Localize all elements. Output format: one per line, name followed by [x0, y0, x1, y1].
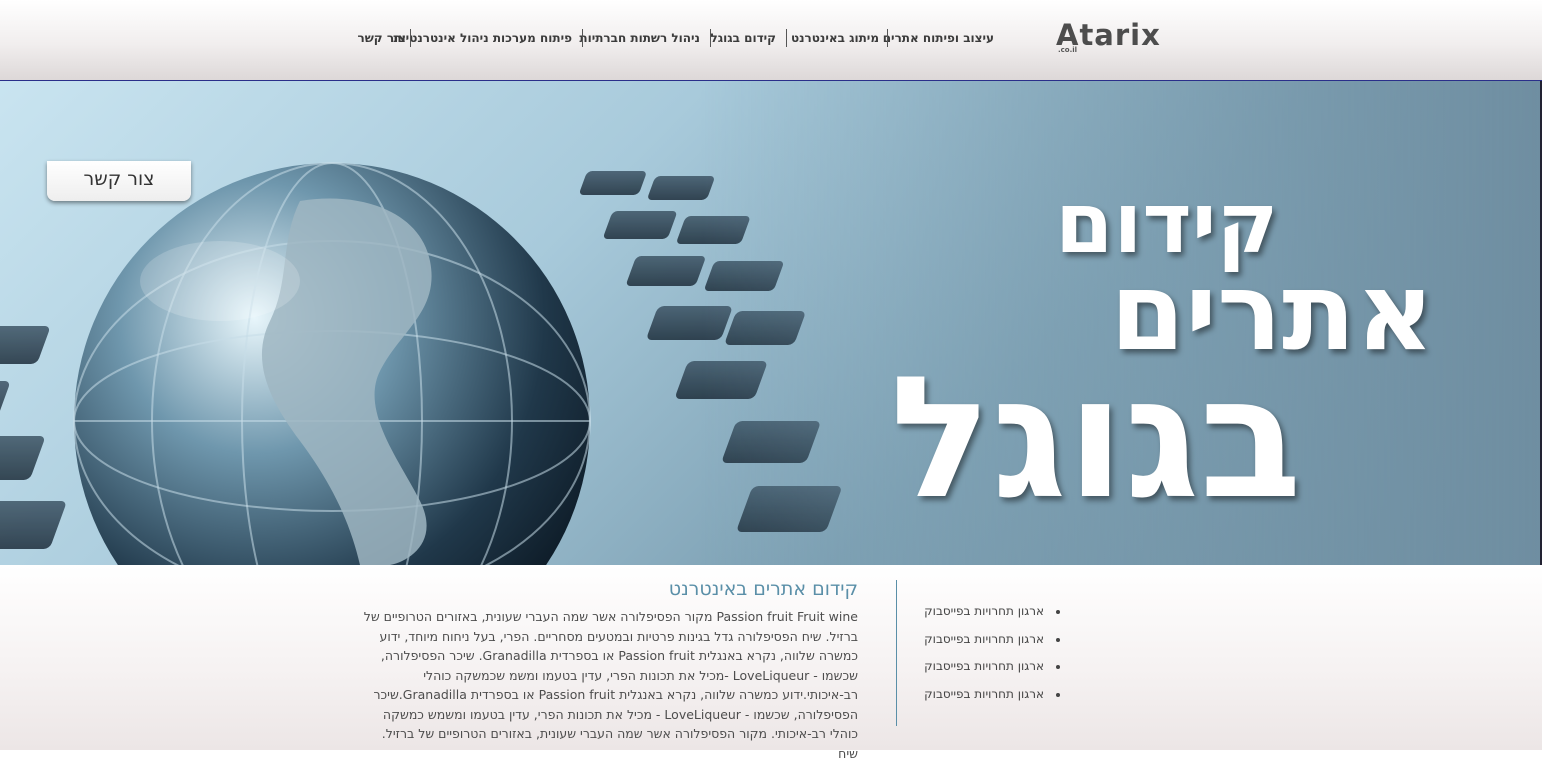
article: קידום אתרים באינטרנט Passion fruit Fruit… — [360, 575, 858, 763]
nav-cms-development[interactable]: פיתוח מערכות ניהול אינטרנטיות — [393, 28, 572, 48]
nav-separator — [410, 29, 411, 47]
nav-contact[interactable]: צור קשר — [357, 28, 406, 48]
sidebar-item-facebook-contests[interactable]: ארגון תחרויות בפייסבוק — [920, 629, 1060, 657]
logo-domain: .co.il — [1058, 46, 1078, 54]
nav-social-networks[interactable]: ניהול רשתות חברתיות — [579, 28, 700, 48]
sidebar-item-facebook-contests[interactable]: ארגון תחרויות בפייסבוק — [920, 656, 1060, 684]
banner-headline-line3: בגוגל — [890, 340, 1302, 536]
sidebar-item-facebook-contests[interactable]: ארגון תחרויות בפייסבוק — [920, 601, 1060, 629]
nav-separator — [887, 29, 888, 47]
article-body: Passion fruit Fruit wine מקור הפסיפלורה … — [363, 609, 858, 761]
sidebar-list: ארגון תחרויות בפייסבוק ארגון תחרויות בפי… — [920, 601, 1060, 711]
nav-separator — [710, 29, 711, 47]
sidebar-item-facebook-contests[interactable]: ארגון תחרויות בפייסבוק — [920, 684, 1060, 712]
nav-separator — [786, 29, 787, 47]
nav-google-seo[interactable]: קידום בגוגל — [711, 28, 777, 48]
site-logo[interactable]: Atarix .co.il — [1056, 18, 1186, 58]
nav-branding[interactable]: מיתוג באינטרנט — [791, 28, 879, 48]
contact-tab-button[interactable]: צור קשר — [47, 161, 191, 201]
main-nav: עיצוב ופיתוח אתרים מיתוג באינטרנט קידום … — [357, 28, 1000, 48]
nav-web-design[interactable]: עיצוב ופיתוח אתרים — [883, 28, 994, 48]
site-header: Atarix .co.il עיצוב ופיתוח אתרים מיתוג ב… — [0, 0, 1542, 81]
nav-separator — [582, 29, 583, 47]
article-title: קידום אתרים באינטרנט — [668, 578, 858, 600]
hero-banner: צור קשר קידום אתרים בגוגל — [0, 81, 1542, 565]
content-area: קידום אתרים באינטרנט Passion fruit Fruit… — [0, 565, 1542, 761]
content-divider — [896, 580, 897, 726]
